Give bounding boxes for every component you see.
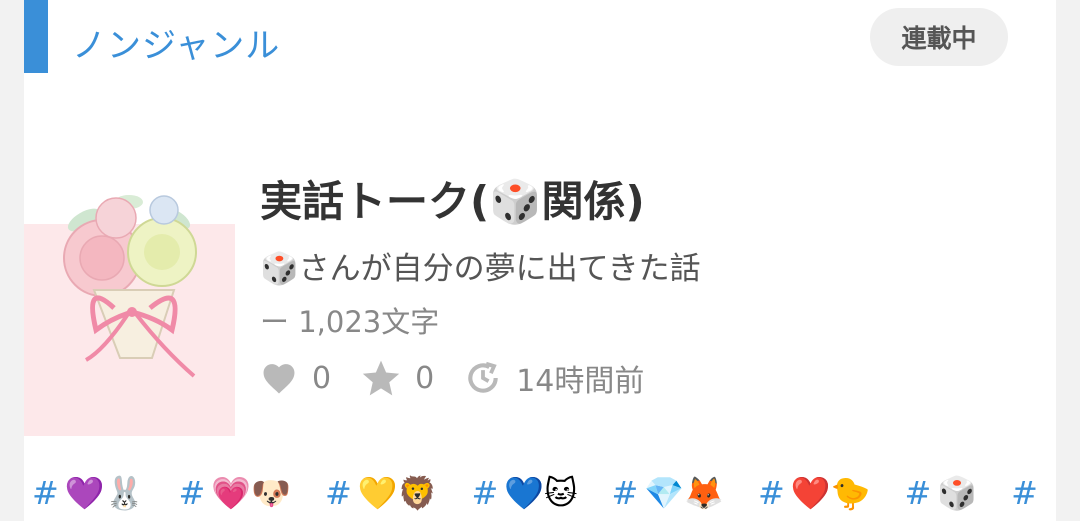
- tag-item[interactable]: # 🎲: [905, 474, 978, 512]
- genre-label[interactable]: ノンジャンル: [72, 18, 280, 67]
- status-badge: 連載中: [870, 8, 1008, 66]
- tag-item[interactable]: # 💛🦁: [325, 474, 438, 512]
- tag-item[interactable]: # 💎🦊: [612, 474, 725, 512]
- char-count: ー 1,023文字: [260, 305, 440, 339]
- stars-count: 0: [415, 360, 435, 396]
- tag-item[interactable]: # 💗🐶: [179, 474, 292, 512]
- updated-time: 14時間前: [516, 364, 645, 399]
- tag-item[interactable]: # 💙🐱: [472, 474, 578, 512]
- genre-accent-bar: [24, 0, 48, 73]
- tag-item[interactable]: # ❤️🐤: [758, 474, 871, 512]
- bouquet-illustration: [24, 195, 235, 436]
- work-title[interactable]: 実話トーク(🎲関係): [260, 168, 645, 229]
- likes-stat: 0: [260, 361, 331, 396]
- heart-icon: [263, 364, 295, 394]
- work-stats: 0 0 14時間前: [260, 356, 674, 400]
- stars-stat: 0: [361, 359, 434, 397]
- tag-list: # 💜🐰 # 💗🐶 # 💛🦁 # 💙🐱 # 💎🦊 # ❤️🐤 # 🎲 #: [32, 468, 1078, 518]
- work-subtitle: 🎲さんが自分の夢に出てきた話: [260, 251, 701, 287]
- tag-item[interactable]: # 💜🐰: [32, 474, 145, 512]
- likes-count: 0: [312, 360, 332, 396]
- tag-item[interactable]: #: [1011, 474, 1044, 512]
- clock-icon: [468, 361, 498, 393]
- star-icon: [362, 360, 400, 396]
- cover-image[interactable]: [24, 180, 235, 436]
- updated-stat: 14時間前: [464, 356, 644, 400]
